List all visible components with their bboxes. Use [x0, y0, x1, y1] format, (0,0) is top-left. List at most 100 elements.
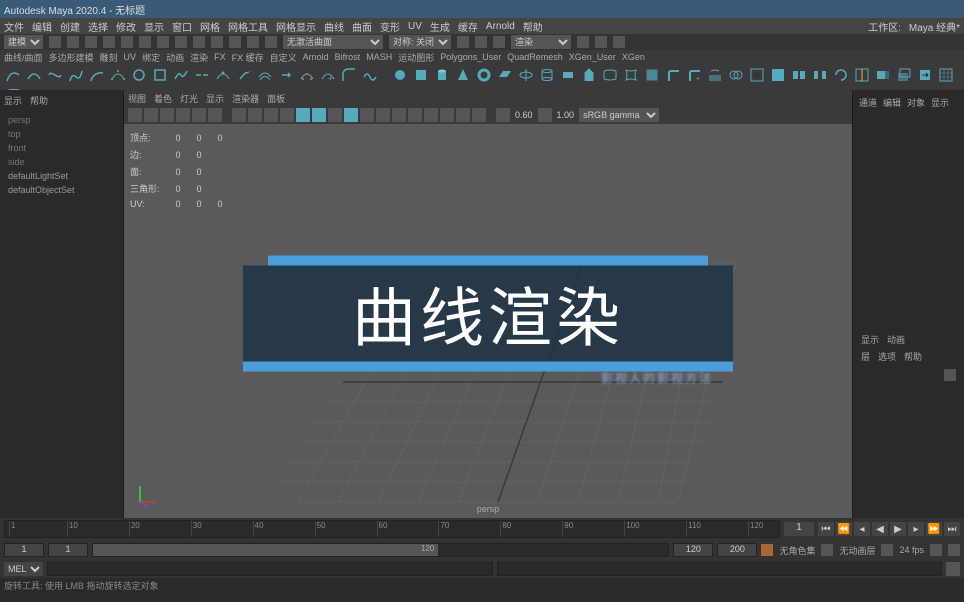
play-fwd-icon[interactable]: ▶ — [890, 522, 906, 536]
menu-meshtools[interactable]: 网格工具 — [228, 19, 268, 34]
menu-arnold[interactable]: Arnold — [486, 21, 515, 32]
cb-tab-show[interactable]: 显示 — [931, 96, 949, 109]
open-close-icon[interactable] — [832, 66, 850, 84]
vp-dof-icon[interactable] — [424, 108, 438, 122]
shelf-tab[interactable]: XGen — [622, 52, 645, 62]
select-icon[interactable] — [139, 36, 151, 48]
range-end[interactable]: 200 — [717, 543, 757, 557]
render-settings-icon[interactable] — [493, 36, 505, 48]
prev-key-icon[interactable]: ◂ — [854, 522, 870, 536]
go-start-icon[interactable]: ⏮ — [818, 522, 834, 536]
snap-plane-icon[interactable] — [247, 36, 259, 48]
bevel-icon[interactable] — [664, 66, 682, 84]
cylinder-icon[interactable] — [433, 66, 451, 84]
vp-textured-icon[interactable] — [328, 108, 342, 122]
vp-menu-panels[interactable]: 面板 — [267, 92, 285, 105]
file-new-icon[interactable] — [49, 36, 61, 48]
undo-icon[interactable] — [103, 36, 115, 48]
menu-create[interactable]: 创建 — [60, 19, 80, 34]
layers-menu-help[interactable]: 帮助 — [904, 350, 922, 363]
vp-menu-show[interactable]: 显示 — [206, 92, 224, 105]
detach-surf-icon[interactable] — [811, 66, 829, 84]
surface-select[interactable]: 无激活曲面 — [283, 35, 383, 49]
mode-select[interactable]: 建模 — [4, 35, 43, 49]
shelf-tab[interactable]: QuadRemesh — [507, 52, 563, 62]
curve-ep-icon[interactable] — [25, 66, 43, 84]
shelf-tab[interactable]: Arnold — [303, 52, 329, 62]
shelf-tab[interactable]: 曲线/曲面 — [4, 51, 43, 64]
reverse-surf-icon[interactable] — [916, 66, 934, 84]
curve-pencil-icon[interactable] — [67, 66, 85, 84]
intersect-icon[interactable] — [727, 66, 745, 84]
snap-live-icon[interactable] — [265, 36, 277, 48]
vp-lights-icon[interactable] — [344, 108, 358, 122]
add-points-icon[interactable]: + — [319, 66, 337, 84]
file-open-icon[interactable] — [67, 36, 79, 48]
vp-shadows-icon[interactable] — [360, 108, 374, 122]
shelf-tab[interactable]: 动画 — [166, 51, 184, 64]
anim-layer-label[interactable]: 无动画层 — [839, 544, 875, 557]
menu-curves[interactable]: 曲线 — [324, 19, 344, 34]
workspace-value[interactable]: Maya 经典* — [909, 19, 960, 34]
shelf-tab[interactable]: FX — [214, 52, 226, 62]
detach-curve-icon[interactable] — [193, 66, 211, 84]
vp-colorspace-select[interactable]: sRGB gamma — [579, 108, 659, 122]
snap-point-icon[interactable] — [229, 36, 241, 48]
vp-lock-camera-icon[interactable] — [144, 108, 158, 122]
shelf-tab[interactable]: 绑定 — [142, 51, 160, 64]
curve-arc-icon[interactable] — [88, 66, 106, 84]
attach-surf-icon[interactable] — [790, 66, 808, 84]
file-save-icon[interactable] — [85, 36, 97, 48]
menu-edit[interactable]: 编辑 — [32, 19, 52, 34]
outliner-item[interactable]: defaultLightSet — [4, 169, 119, 183]
curve-3pt-icon[interactable] — [109, 66, 127, 84]
cube-icon[interactable] — [412, 66, 430, 84]
trim-icon[interactable] — [748, 66, 766, 84]
shelf-tab[interactable]: 运动图形 — [398, 51, 434, 64]
vp-gamma-icon[interactable] — [538, 108, 552, 122]
cmd-input[interactable] — [47, 562, 493, 576]
vp-menu-renderer[interactable]: 渲染器 — [232, 92, 259, 105]
anim-layer-icon[interactable] — [821, 544, 833, 556]
outliner-item[interactable]: front — [4, 141, 119, 155]
current-frame[interactable]: 1 — [784, 522, 814, 536]
shelf-tab[interactable]: FX 缓存 — [232, 51, 264, 64]
curve-cv-icon[interactable] — [4, 66, 22, 84]
menu-help[interactable]: 帮助 — [523, 19, 543, 34]
sphere-icon[interactable] — [391, 66, 409, 84]
step-back-icon[interactable]: ⏪ — [836, 522, 852, 536]
insert-iso-icon[interactable] — [853, 66, 871, 84]
shelf-tab[interactable]: 多边形建模 — [49, 51, 94, 64]
reverse-curve-icon[interactable] — [277, 66, 295, 84]
extend-curve-icon[interactable] — [235, 66, 253, 84]
cone-icon[interactable] — [454, 66, 472, 84]
rebuild-curve-icon[interactable] — [298, 66, 316, 84]
untrim-icon[interactable] — [769, 66, 787, 84]
vp-film-gate-icon[interactable] — [248, 108, 262, 122]
torus-icon[interactable] — [475, 66, 493, 84]
shelf-tab[interactable]: MASH — [366, 52, 392, 62]
bevel-plus-icon[interactable]: + — [685, 66, 703, 84]
ipr-icon[interactable] — [475, 36, 487, 48]
vp-bookmark-icon[interactable] — [160, 108, 174, 122]
vp-isolate-icon[interactable] — [440, 108, 454, 122]
menu-mesh[interactable]: 网格 — [200, 19, 220, 34]
script-editor-icon[interactable] — [946, 562, 960, 576]
plane-icon[interactable] — [496, 66, 514, 84]
project-curve-icon[interactable] — [706, 66, 724, 84]
lasso-icon[interactable] — [157, 36, 169, 48]
cb-tab-edit[interactable]: 编辑 — [883, 96, 901, 109]
vp-aa-icon[interactable] — [408, 108, 422, 122]
shelf-tab[interactable]: UV — [124, 52, 137, 62]
menu-surfaces[interactable]: 曲面 — [352, 19, 372, 34]
cb-tab-channels[interactable]: 通道 — [859, 96, 877, 109]
outliner-item[interactable]: persp — [4, 113, 119, 127]
redo-icon[interactable] — [121, 36, 133, 48]
curve-bezier-icon[interactable] — [46, 66, 64, 84]
play-back-icon[interactable]: ◀ — [872, 522, 888, 536]
render-icon[interactable] — [457, 36, 469, 48]
square-surf-icon[interactable] — [643, 66, 661, 84]
panel-layout-icon[interactable] — [577, 36, 589, 48]
range-start[interactable]: 1 — [4, 543, 44, 557]
menu-meshdisplay[interactable]: 网格显示 — [276, 19, 316, 34]
